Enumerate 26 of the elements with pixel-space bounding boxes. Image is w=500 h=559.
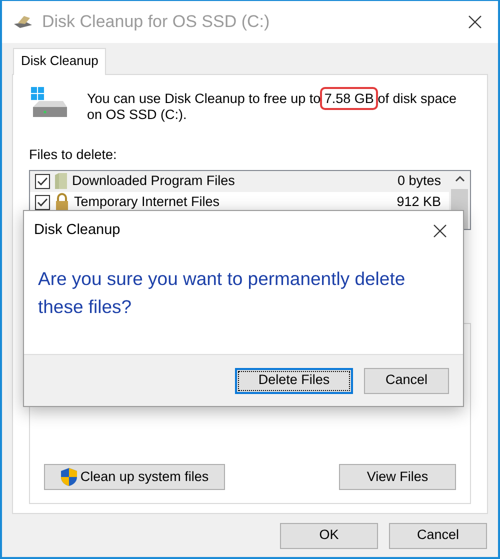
shield-icon	[60, 466, 78, 487]
files-label: Files to delete:	[29, 146, 118, 164]
checkbox[interactable]	[35, 194, 50, 210]
window-title: Disk Cleanup for OS SSD (C:)	[42, 11, 270, 34]
broom-drive-icon	[12, 15, 34, 29]
close-icon	[468, 15, 482, 29]
file-size: 0 bytes	[397, 172, 441, 190]
close-icon	[433, 224, 447, 238]
file-row[interactable]: Temporary Internet Files 912 KB	[30, 192, 449, 213]
view-files-button[interactable]: View Files	[339, 464, 456, 490]
dialog-button[interactable]: Cancel	[389, 522, 487, 548]
checkbox[interactable]	[35, 174, 50, 189]
dialog-title: Disk Cleanup	[34, 221, 120, 240]
tab[interactable]: Disk Cleanup	[13, 48, 106, 74]
file-name: Downloaded Program Files	[72, 172, 235, 190]
disk-space-description: You can use Disk Cleanup to free up to 7.58 GB of disk space on OS SSD (C:).	[87, 90, 457, 122]
file-row[interactable]: Downloaded Program Files 0 bytes	[30, 170, 449, 192]
dialog-button[interactable]: Delete Files	[235, 368, 353, 394]
dialog-button[interactable]: Cancel	[364, 368, 449, 394]
dialog-button[interactable]: OK	[280, 522, 378, 548]
file-name: Temporary Internet Files	[74, 193, 220, 212]
lock-icon	[54, 193, 70, 212]
file-size: 912 KB	[396, 193, 441, 212]
folder-icon	[54, 172, 68, 190]
clean-up-system-files-button[interactable]: Clean up system files	[44, 464, 225, 490]
confirm-message: Are you sure you want to permanently delete these files?	[37, 267, 406, 319]
